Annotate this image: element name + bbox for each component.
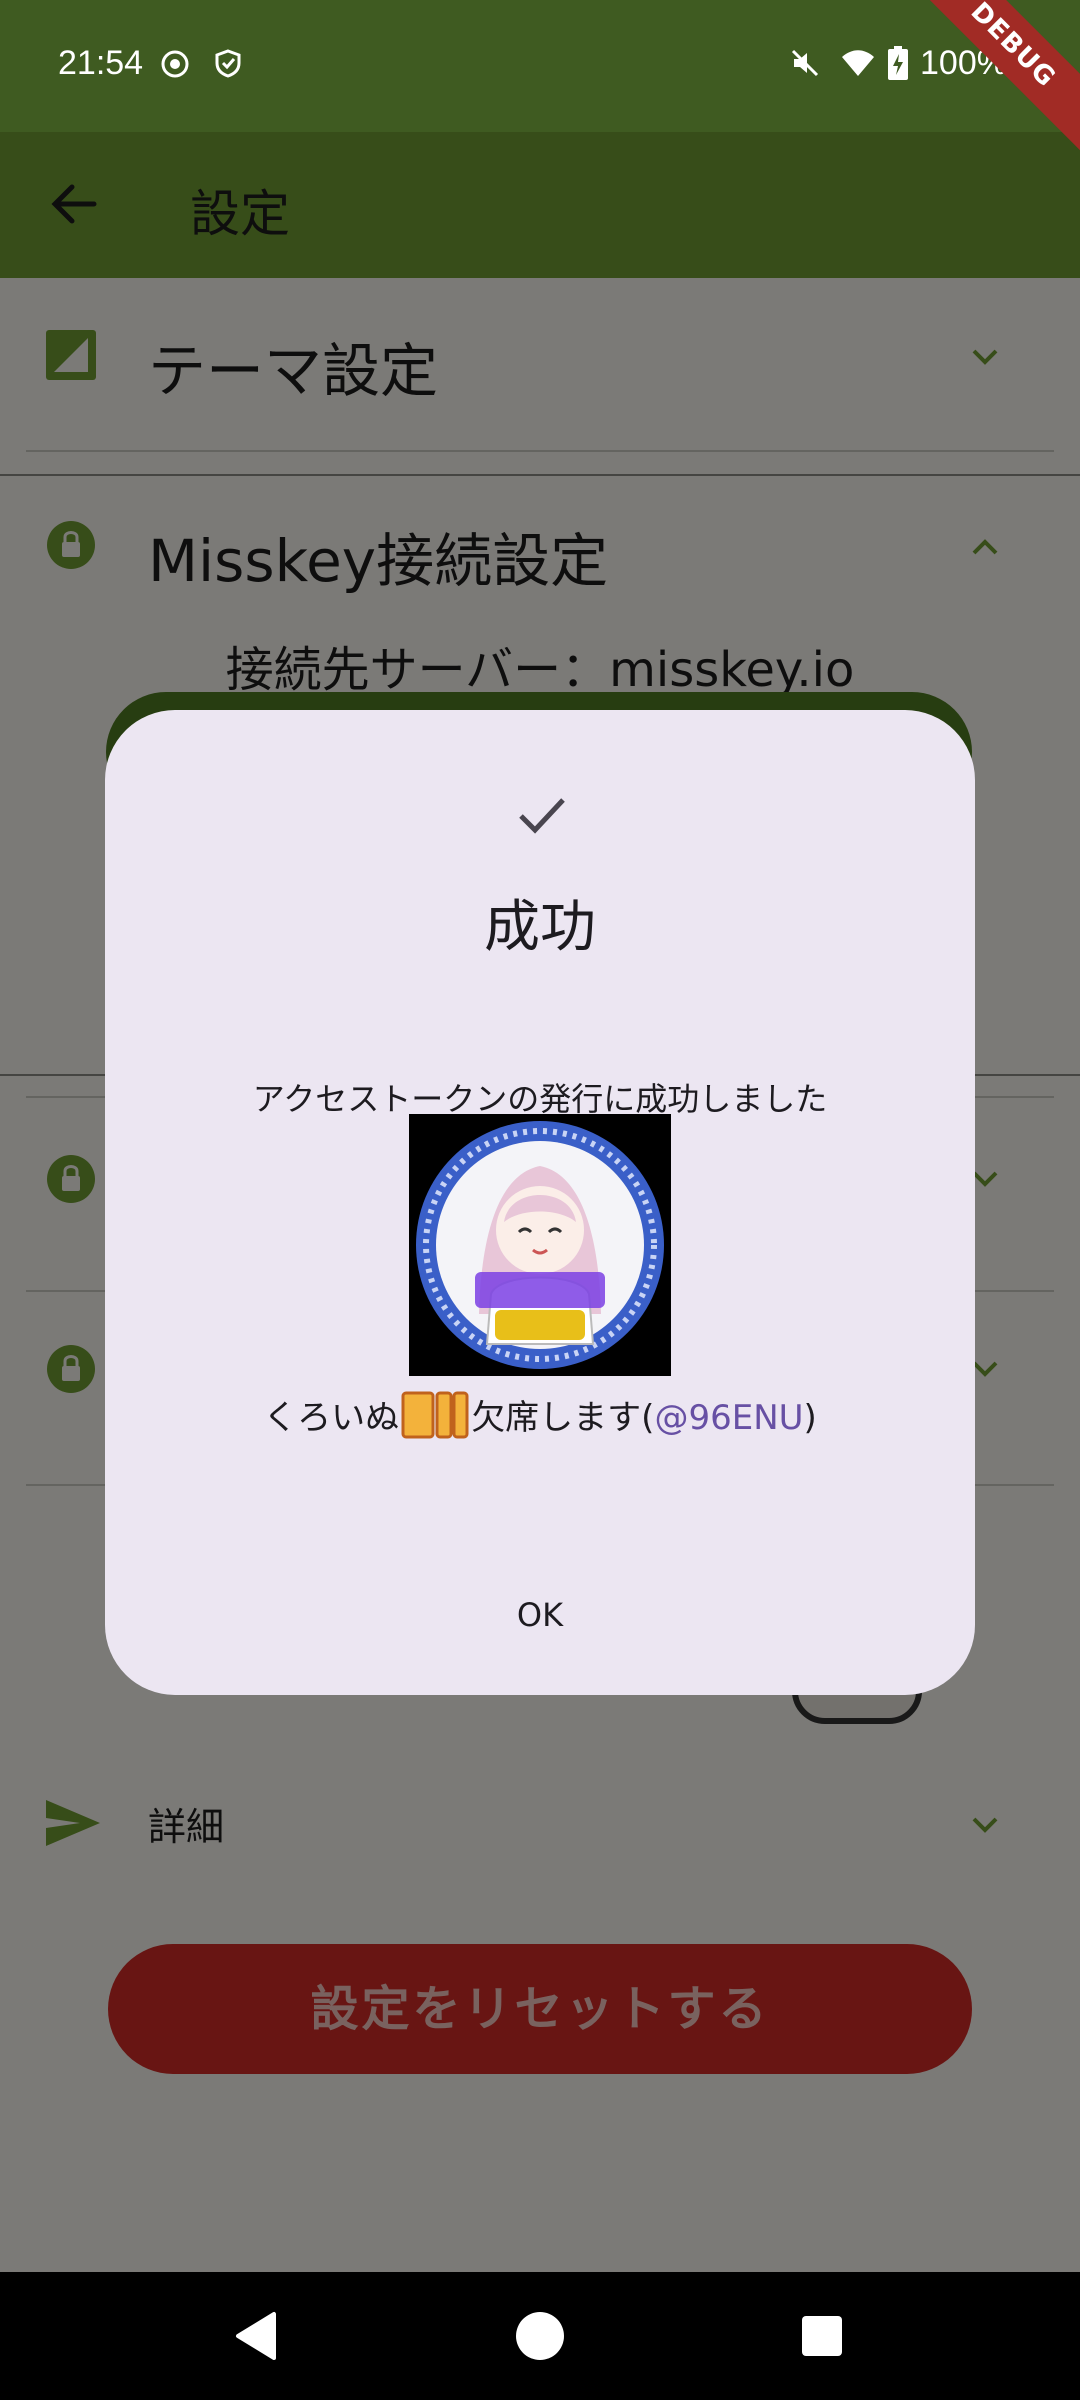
success-dialog: 成功 アクセストークンの発行に成功しました くろいぬ 欠席します(@96ENU)… bbox=[105, 710, 975, 1695]
user-name-suffix: 欠席します( bbox=[471, 1398, 655, 1438]
mute-icon bbox=[791, 49, 819, 77]
status-bar: 21:54 100% DEBUG bbox=[0, 0, 1080, 153]
dialog-title: 成功 bbox=[484, 895, 596, 960]
ok-button[interactable]: OK bbox=[490, 1580, 590, 1650]
user-avatar bbox=[409, 1114, 671, 1376]
user-name-prefix: くろいぬ bbox=[263, 1398, 400, 1438]
battery-icon bbox=[888, 46, 908, 80]
user-name-line: くろいぬ 欠席します(@96ENU) bbox=[105, 1390, 975, 1439]
system-nav-bar bbox=[0, 2272, 1080, 2400]
back-nav-icon[interactable] bbox=[228, 2306, 288, 2366]
recents-nav-icon[interactable] bbox=[792, 2306, 852, 2366]
home-nav-icon[interactable] bbox=[510, 2306, 570, 2366]
shield-icon bbox=[215, 49, 241, 78]
wifi-icon bbox=[842, 50, 874, 76]
user-handle[interactable]: @96ENU bbox=[654, 1398, 803, 1438]
custom-emoji-icon bbox=[401, 1391, 469, 1439]
check-icon bbox=[519, 798, 565, 834]
app-notification-icon bbox=[161, 50, 189, 78]
user-name-close: ) bbox=[803, 1398, 817, 1438]
status-time: 21:54 bbox=[58, 44, 144, 82]
